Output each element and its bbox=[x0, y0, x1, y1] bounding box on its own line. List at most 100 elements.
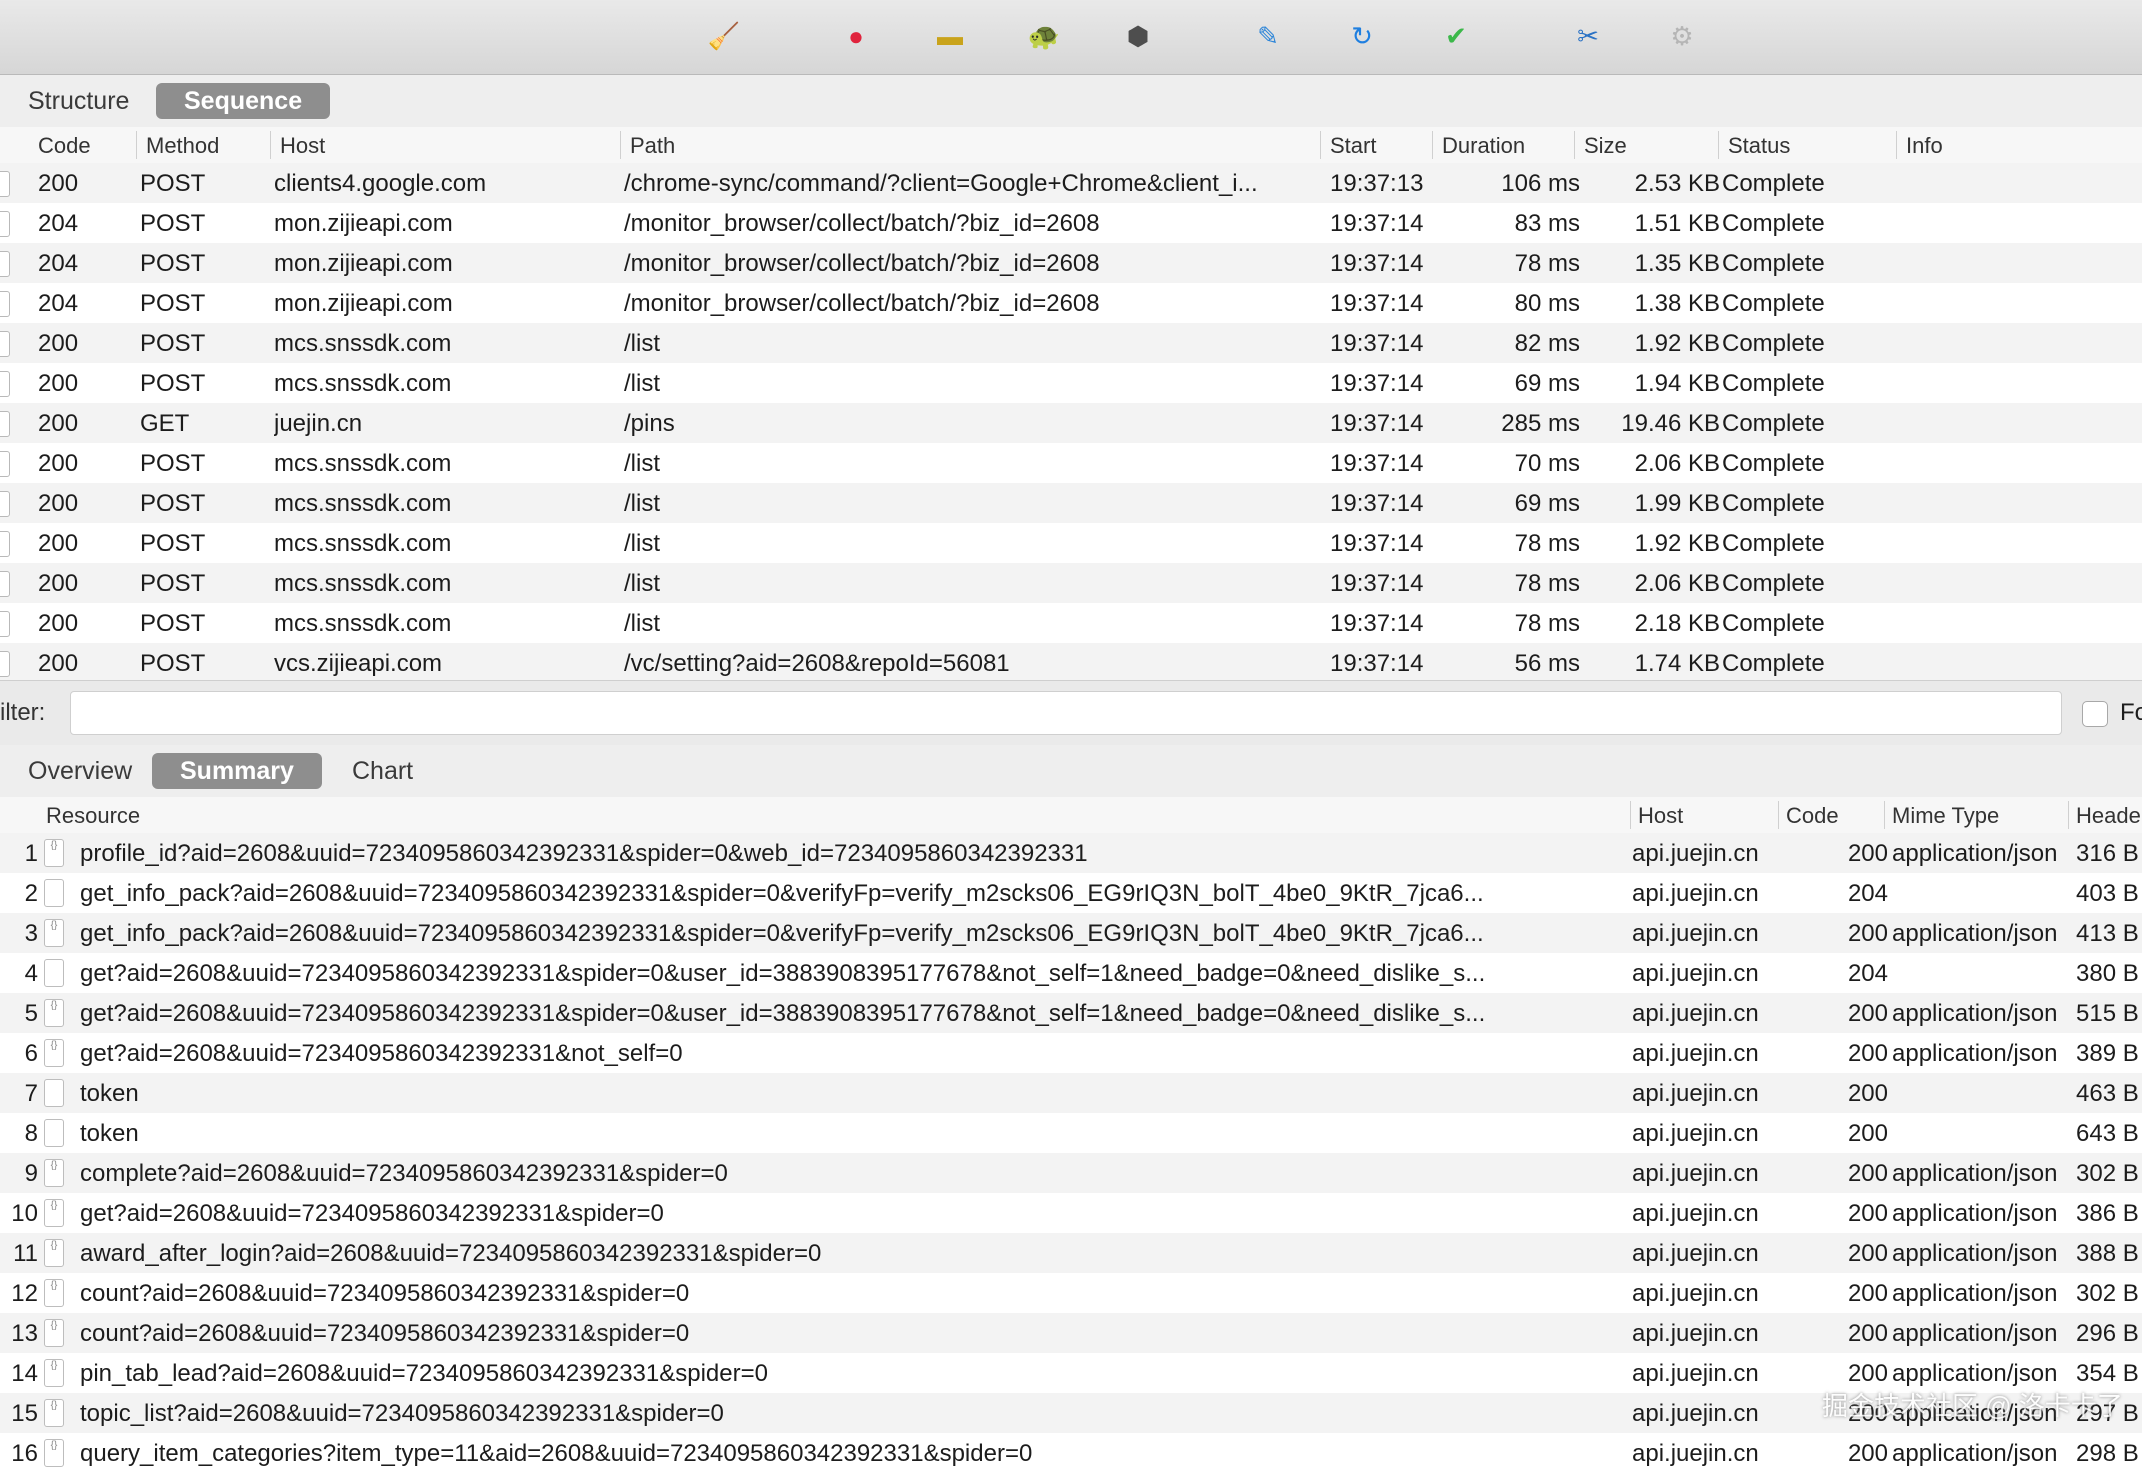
request-row[interactable]: 200 POST mcs.snssdk.com/list 19:37:14 69 ms 1… bbox=[0, 363, 2142, 403]
summary-row[interactable]: 4 get?aid=2608&uuid=7234095860342392331&s… bbox=[0, 953, 2142, 993]
summary-host: api.juejin.cn bbox=[1632, 1240, 1759, 1267]
request-method: POST bbox=[140, 250, 206, 277]
col-mime-type[interactable]: Mime Type bbox=[1892, 803, 1999, 829]
col-method[interactable]: Method bbox=[146, 133, 219, 159]
json-file-icon: {} bbox=[44, 1159, 64, 1187]
broom-icon[interactable]: 🧹 bbox=[706, 18, 742, 54]
summary-resource: award_after_login?aid=2608&uuid=72340958… bbox=[80, 1240, 822, 1267]
request-duration: 70 ms bbox=[1514, 450, 1580, 477]
summary-row[interactable]: 13{} count?aid=2608&uuid=7234095860342392… bbox=[0, 1313, 2142, 1353]
col-status[interactable]: Status bbox=[1728, 133, 1790, 159]
request-type-icon bbox=[0, 291, 10, 317]
tab-overview[interactable]: Overview bbox=[0, 753, 160, 789]
request-row[interactable]: 200 POST mcs.snssdk.com/list 19:37:14 78 ms 2… bbox=[0, 603, 2142, 643]
turtle-icon[interactable]: 🐢 bbox=[1026, 18, 1062, 54]
request-row[interactable]: 200 POST mcs.snssdk.com/list 19:37:14 70 ms 2… bbox=[0, 443, 2142, 483]
request-path: /list bbox=[624, 530, 660, 557]
summary-row[interactable]: 12{} count?aid=2608&uuid=7234095860342392… bbox=[0, 1273, 2142, 1313]
throttle-icon[interactable]: ▬ bbox=[932, 18, 968, 54]
check-icon[interactable]: ✔ bbox=[1438, 18, 1474, 54]
col-info[interactable]: Info bbox=[1906, 133, 1943, 159]
summary-header-size: 302 B bbox=[2076, 1160, 2139, 1187]
col-resource[interactable]: Resource bbox=[46, 803, 140, 829]
focus-checkbox[interactable] bbox=[2082, 701, 2108, 727]
request-row[interactable]: 200 POST clients4.google.com/chrome-sync/c… bbox=[0, 163, 2142, 203]
request-row[interactable]: 204 POST mon.zijieapi.com/monitor_browser/… bbox=[0, 283, 2142, 323]
tools-icon[interactable]: ✂ bbox=[1570, 18, 1606, 54]
col-size[interactable]: Size bbox=[1584, 133, 1627, 159]
request-code: 204 bbox=[38, 210, 79, 237]
request-row[interactable]: 200 POST mcs.snssdk.com/list 19:37:14 82 ms 1… bbox=[0, 323, 2142, 363]
summary-resource: get_info_pack?aid=2608&uuid=723409586034… bbox=[80, 920, 1484, 947]
summary-row[interactable]: 3{} get_info_pack?aid=2608&uuid=723409586… bbox=[0, 913, 2142, 953]
summary-row[interactable]: 8 token api.juejin.cn 200 643 B bbox=[0, 1113, 2142, 1153]
summary-code: 200 bbox=[1847, 1000, 1888, 1027]
request-host: mcs.snssdk.com bbox=[274, 370, 452, 397]
summary-host: api.juejin.cn bbox=[1632, 960, 1759, 987]
summary-mime-type: application/json bbox=[1892, 1360, 2058, 1387]
summary-row[interactable]: 14{} pin_tab_lead?aid=2608&uuid=723409586… bbox=[0, 1353, 2142, 1393]
summary-header-size: 296 B bbox=[2076, 1320, 2139, 1347]
summary-resource: token bbox=[80, 1120, 139, 1147]
summary-header-size: 354 B bbox=[2076, 1360, 2139, 1387]
request-method: POST bbox=[140, 370, 206, 397]
row-number: 6 bbox=[24, 1040, 38, 1067]
request-method: POST bbox=[140, 290, 206, 317]
request-status: Complete bbox=[1722, 530, 1825, 557]
request-row[interactable]: 200 POST mcs.snssdk.com/list 19:37:14 69 ms 1… bbox=[0, 483, 2142, 523]
request-row[interactable]: 200 POST mcs.snssdk.com/list 19:37:14 78 ms 2… bbox=[0, 563, 2142, 603]
request-row[interactable]: 204 POST mon.zijieapi.com/monitor_browser/… bbox=[0, 203, 2142, 243]
request-host: mcs.snssdk.com bbox=[274, 330, 452, 357]
filter-label: ilter: bbox=[0, 699, 46, 726]
tab-sequence[interactable]: Sequence bbox=[156, 83, 331, 119]
col-header[interactable]: Heade bbox=[2076, 803, 2141, 829]
gear-icon[interactable]: ⚙ bbox=[1664, 18, 1700, 54]
stop-icon[interactable]: ⬢ bbox=[1120, 18, 1156, 54]
record-icon[interactable]: ● bbox=[838, 18, 874, 54]
summary-host: api.juejin.cn bbox=[1632, 920, 1759, 947]
summary-mime-type: application/json bbox=[1892, 1200, 2058, 1227]
summary-row[interactable]: 11{} award_after_login?aid=2608&uuid=7234… bbox=[0, 1233, 2142, 1273]
summary-header-size: 389 B bbox=[2076, 1040, 2139, 1067]
tab-structure[interactable]: Structure bbox=[0, 83, 157, 119]
pen-icon[interactable]: ✎ bbox=[1250, 18, 1286, 54]
request-row[interactable]: 200 GET juejin.cn/pins 19:37:14 285 ms 19.46 … bbox=[0, 403, 2142, 443]
refresh-icon[interactable]: ↻ bbox=[1344, 18, 1380, 54]
request-start: 19:37:14 bbox=[1330, 250, 1424, 277]
summary-row[interactable]: 10{} get?aid=2608&uuid=723409586034239233… bbox=[0, 1193, 2142, 1233]
request-type-icon bbox=[0, 331, 10, 357]
summary-row[interactable]: 16{} query_item_categories?item_type=11&a… bbox=[0, 1433, 2142, 1473]
request-status: Complete bbox=[1722, 650, 1825, 677]
col-host[interactable]: Host bbox=[280, 133, 325, 159]
summary-row[interactable]: 15{} topic_list?aid=2608&uuid=72340958603… bbox=[0, 1393, 2142, 1433]
summary-code: 200 bbox=[1847, 840, 1888, 867]
request-row[interactable]: 200 POST mcs.snssdk.com/list 19:37:14 78 ms 1… bbox=[0, 523, 2142, 563]
col-path[interactable]: Path bbox=[630, 133, 675, 159]
request-path: /list bbox=[624, 610, 660, 637]
summary-row[interactable]: 2 get_info_pack?aid=2608&uuid=72340958603… bbox=[0, 873, 2142, 913]
file-icon bbox=[44, 879, 64, 907]
filter-input[interactable] bbox=[70, 691, 2062, 735]
col-duration[interactable]: Duration bbox=[1442, 133, 1525, 159]
summary-resource: pin_tab_lead?aid=2608&uuid=7234095860342… bbox=[80, 1360, 768, 1387]
summary-resource: get?aid=2608&uuid=7234095860342392331&sp… bbox=[80, 1000, 1486, 1027]
request-host: mcs.snssdk.com bbox=[274, 490, 452, 517]
request-row[interactable]: 204 POST mon.zijieapi.com/monitor_browser/… bbox=[0, 243, 2142, 283]
summary-row[interactable]: 1{} profile_id?aid=2608&uuid=723409586034… bbox=[0, 833, 2142, 873]
col-summary-code[interactable]: Code bbox=[1786, 803, 1839, 829]
col-code[interactable]: Code bbox=[38, 133, 91, 159]
watermark: 掘金技术社区 @ 洛卡卡了 bbox=[1822, 1391, 2123, 1421]
summary-header-size: 316 B bbox=[2076, 840, 2139, 867]
request-row[interactable]: 200 POST vcs.zijieapi.com/vc/setting?aid=2… bbox=[0, 643, 2142, 683]
tab-summary[interactable]: Summary bbox=[152, 753, 322, 789]
request-code: 200 bbox=[38, 530, 79, 557]
summary-row[interactable]: 7 token api.juejin.cn 200 463 B bbox=[0, 1073, 2142, 1113]
tab-chart[interactable]: Chart bbox=[324, 753, 441, 789]
summary-row[interactable]: 5{} get?aid=2608&uuid=7234095860342392331… bbox=[0, 993, 2142, 1033]
summary-row[interactable]: 6{} get?aid=2608&uuid=7234095860342392331… bbox=[0, 1033, 2142, 1073]
col-summary-host[interactable]: Host bbox=[1638, 803, 1683, 829]
summary-row[interactable]: 9{} complete?aid=2608&uuid=72340958603423… bbox=[0, 1153, 2142, 1193]
col-start[interactable]: Start bbox=[1330, 133, 1376, 159]
request-path: /vc/setting?aid=2608&repoId=56081 bbox=[624, 650, 1010, 677]
request-start: 19:37:14 bbox=[1330, 650, 1424, 677]
